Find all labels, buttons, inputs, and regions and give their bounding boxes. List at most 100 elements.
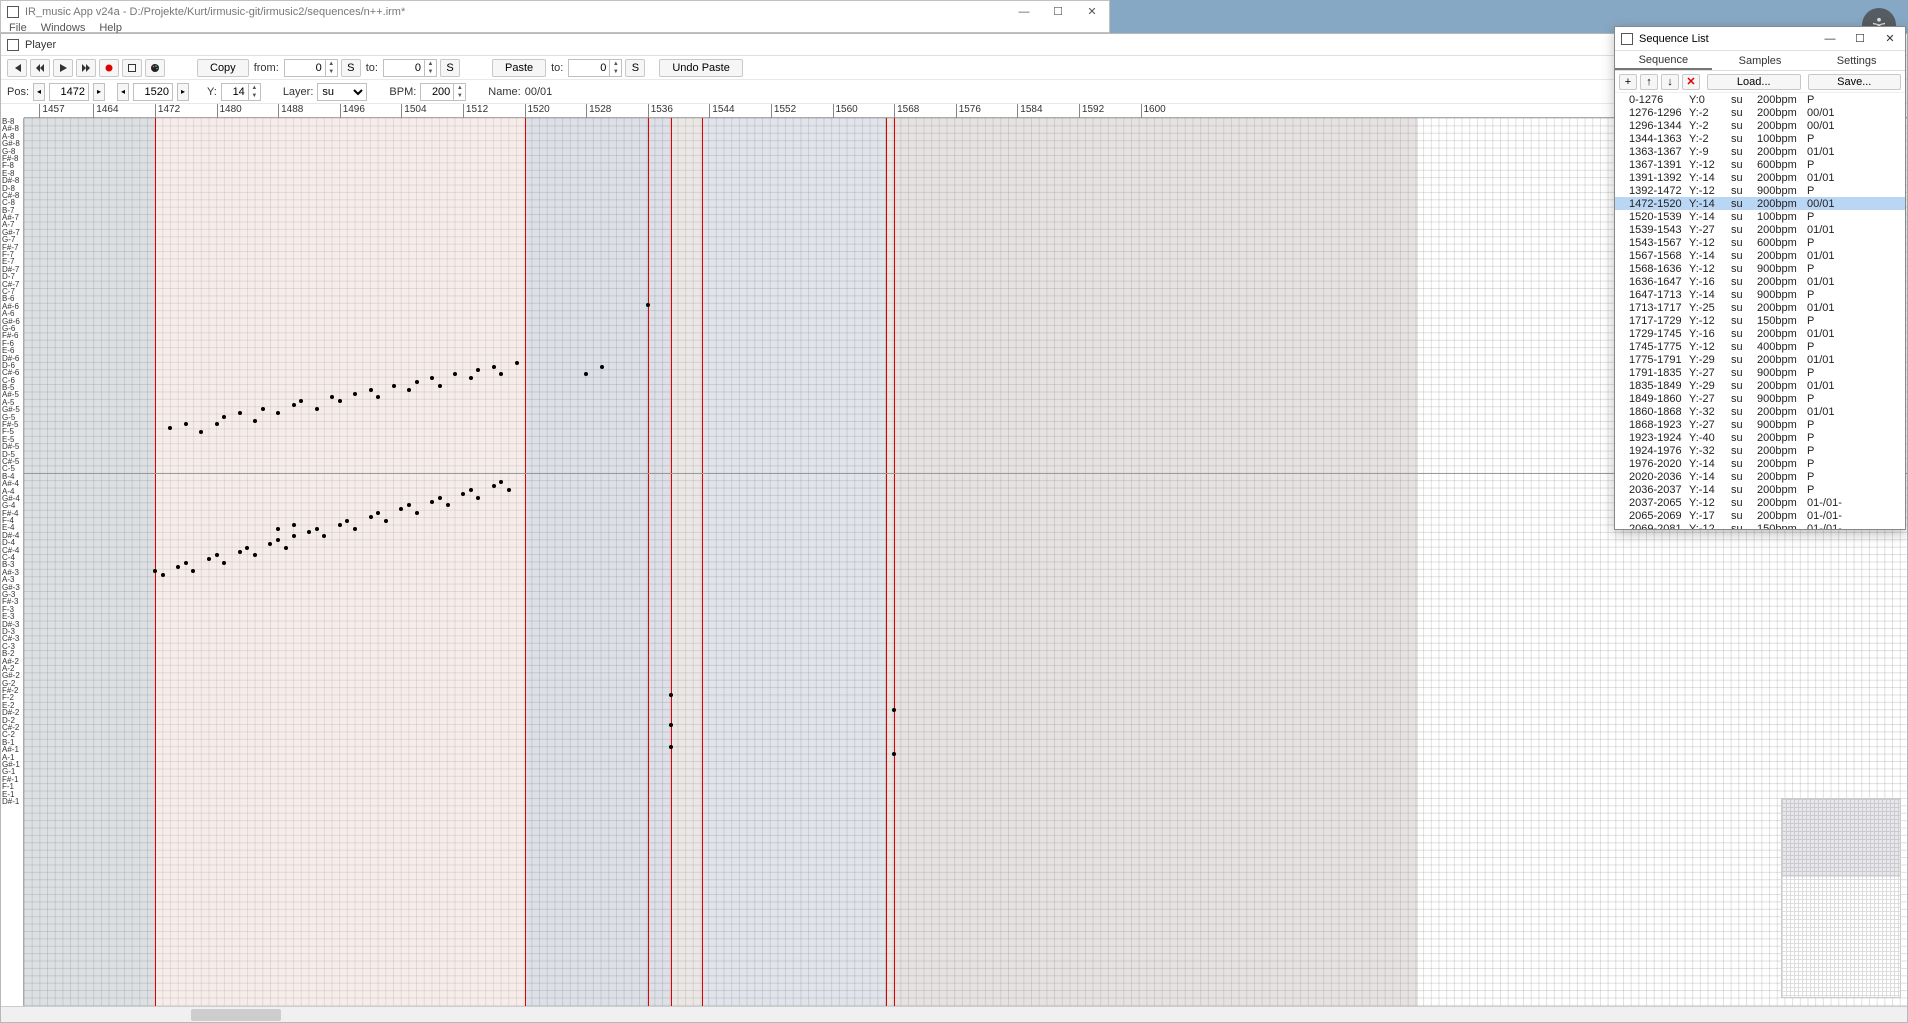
seq-maximize-button[interactable]: ☐	[1845, 28, 1875, 50]
copy-from-spinner[interactable]: ▲▼	[284, 59, 338, 77]
note-dot[interactable]	[369, 515, 373, 519]
layer-select[interactable]: su	[317, 83, 367, 101]
copy-to-spinner[interactable]: ▲▼	[383, 59, 437, 77]
sequence-row[interactable]: 1296-1344Y:-2su200bpm00/01	[1615, 119, 1905, 132]
sequence-region[interactable]	[671, 118, 702, 1006]
ruler-tick[interactable]: 1600	[1141, 104, 1166, 118]
seq-move-up-button[interactable]: ↑	[1640, 74, 1658, 90]
ruler-tick[interactable]: 1544	[709, 104, 734, 118]
ruler-tick[interactable]: 1496	[340, 104, 365, 118]
note-dot[interactable]	[515, 361, 519, 365]
pos-end-input[interactable]	[133, 83, 173, 101]
undo-paste-button[interactable]: Undo Paste	[659, 59, 742, 77]
pitch-row-label[interactable]: A#-8	[1, 125, 23, 132]
pitch-row-label[interactable]: A#-1	[1, 746, 23, 753]
maximize-button[interactable]: ☐	[1041, 2, 1075, 21]
note-dot[interactable]	[284, 546, 288, 550]
sequence-list-body[interactable]: 0-1276Y:0su200bpmP1276-1296Y:-2su200bpm0…	[1615, 93, 1905, 529]
sequence-row[interactable]: 1923-1924Y:-40su200bpmP	[1615, 431, 1905, 444]
note-dot[interactable]	[315, 527, 319, 531]
pitch-row-label[interactable]: F-5	[1, 428, 23, 435]
pitch-row-label[interactable]: C-3	[1, 643, 23, 650]
sequence-row[interactable]: 1791-1835Y:-27su900bpmP	[1615, 366, 1905, 379]
pos-start-input[interactable]	[49, 83, 89, 101]
ruler-tick[interactable]: 1504	[401, 104, 426, 118]
pitch-row-label[interactable]: C#-7	[1, 281, 23, 288]
forward-button[interactable]	[76, 59, 96, 77]
ruler-tick[interactable]: 1552	[771, 104, 796, 118]
pitch-row-label[interactable]: F#-6	[1, 332, 23, 339]
pitch-row-label[interactable]: D#-6	[1, 355, 23, 362]
pitch-row-label[interactable]: A#-4	[1, 480, 23, 487]
sequence-row[interactable]: 1976-2020Y:-14su200bpmP	[1615, 457, 1905, 470]
pitch-row-label[interactable]: C#-6	[1, 369, 23, 376]
note-dot[interactable]	[407, 388, 411, 392]
sequence-region[interactable]	[24, 118, 155, 1006]
ruler-tick[interactable]: 1472	[155, 104, 180, 118]
sequence-list-titlebar[interactable]: Sequence List — ☐ ✕	[1615, 27, 1905, 51]
sequence-row[interactable]: 1567-1568Y:-14su200bpm01/01	[1615, 249, 1905, 262]
pitch-row-label[interactable]: F#-7	[1, 244, 23, 251]
pitch-row-label[interactable]: A-5	[1, 399, 23, 406]
sequence-row[interactable]: 2020-2036Y:-14su200bpmP	[1615, 470, 1905, 483]
pitch-row-label[interactable]: D#-2	[1, 709, 23, 716]
copy-to-snap-button[interactable]: S	[440, 59, 460, 77]
pitch-row-label[interactable]: F-4	[1, 517, 23, 524]
ruler-tick[interactable]: 1528	[586, 104, 611, 118]
pitch-row-label[interactable]: B-5	[1, 384, 23, 391]
pitch-row-label[interactable]: E-3	[1, 613, 23, 620]
pitch-row-label[interactable]: F#-3	[1, 598, 23, 605]
skip-back-button[interactable]	[7, 59, 27, 77]
ruler-tick[interactable]: 1520	[525, 104, 550, 118]
sequence-row[interactable]: 1745-1775Y:-12su400bpmP	[1615, 340, 1905, 353]
pos-start-prev-button[interactable]: ◂	[33, 83, 45, 101]
pitch-row-label[interactable]: D-5	[1, 451, 23, 458]
note-dot[interactable]	[215, 422, 219, 426]
pitch-row-label[interactable]: C#-8	[1, 192, 23, 199]
pitch-row-label[interactable]: C-8	[1, 199, 23, 206]
pitch-row-label[interactable]: A#-3	[1, 569, 23, 576]
play-button[interactable]	[53, 59, 73, 77]
tab-samples[interactable]: Samples	[1712, 51, 1809, 70]
pitch-row-label[interactable]: G-8	[1, 148, 23, 155]
sequence-region[interactable]	[702, 118, 887, 1006]
pitch-row-label[interactable]: A-7	[1, 221, 23, 228]
pitch-row-label[interactable]: F#-8	[1, 155, 23, 162]
copy-from-snap-button[interactable]: S	[341, 59, 361, 77]
sequence-row[interactable]: 1539-1543Y:-27su200bpm01/01	[1615, 223, 1905, 236]
note-dot[interactable]	[492, 365, 496, 369]
sequence-row[interactable]: 1367-1391Y:-12su600bpmP	[1615, 158, 1905, 171]
sequence-region[interactable]	[886, 118, 894, 1006]
sequence-row[interactable]: 1924-1976Y:-32su200bpmP	[1615, 444, 1905, 457]
ruler-tick[interactable]: 1464	[93, 104, 118, 118]
pitch-row-label[interactable]: F#-5	[1, 421, 23, 428]
pitch-row-label[interactable]: G#-6	[1, 318, 23, 325]
pitch-row-label[interactable]: D-2	[1, 717, 23, 724]
seq-move-down-button[interactable]: ↓	[1661, 74, 1679, 90]
note-dot[interactable]	[261, 407, 265, 411]
pitch-row-label[interactable]: E-2	[1, 702, 23, 709]
seq-add-button[interactable]: +	[1619, 74, 1637, 90]
pitch-row-label[interactable]: E-8	[1, 170, 23, 177]
pitch-row-label[interactable]: F-1	[1, 783, 23, 790]
pitch-row-label[interactable]: F-6	[1, 340, 23, 347]
pitch-row-label[interactable]: D#-5	[1, 443, 23, 450]
note-dot[interactable]	[669, 723, 673, 727]
pitch-row-label[interactable]: F#-4	[1, 510, 23, 517]
pitch-row-label[interactable]: G#-5	[1, 406, 23, 413]
pitch-row-label[interactable]: B-4	[1, 473, 23, 480]
note-dot[interactable]	[253, 419, 257, 423]
tab-sequence[interactable]: Sequence	[1615, 51, 1712, 70]
pitch-row-label[interactable]: D#-3	[1, 621, 23, 628]
ruler-tick[interactable]: 1560	[833, 104, 858, 118]
sequence-row[interactable]: 1391-1392Y:-14su200bpm01/01	[1615, 171, 1905, 184]
pitch-row-label[interactable]: G-7	[1, 236, 23, 243]
note-dot[interactable]	[315, 407, 319, 411]
record-button[interactable]	[99, 59, 119, 77]
note-dot[interactable]	[292, 534, 296, 538]
sequence-row[interactable]: 1392-1472Y:-12su900bpmP	[1615, 184, 1905, 197]
pitch-row-label[interactable]: D#-4	[1, 532, 23, 539]
pitch-row-label[interactable]: G#-1	[1, 761, 23, 768]
pitch-row-label[interactable]: D#-1	[1, 798, 23, 805]
sequence-row[interactable]: 1775-1791Y:-29su200bpm01/01	[1615, 353, 1905, 366]
